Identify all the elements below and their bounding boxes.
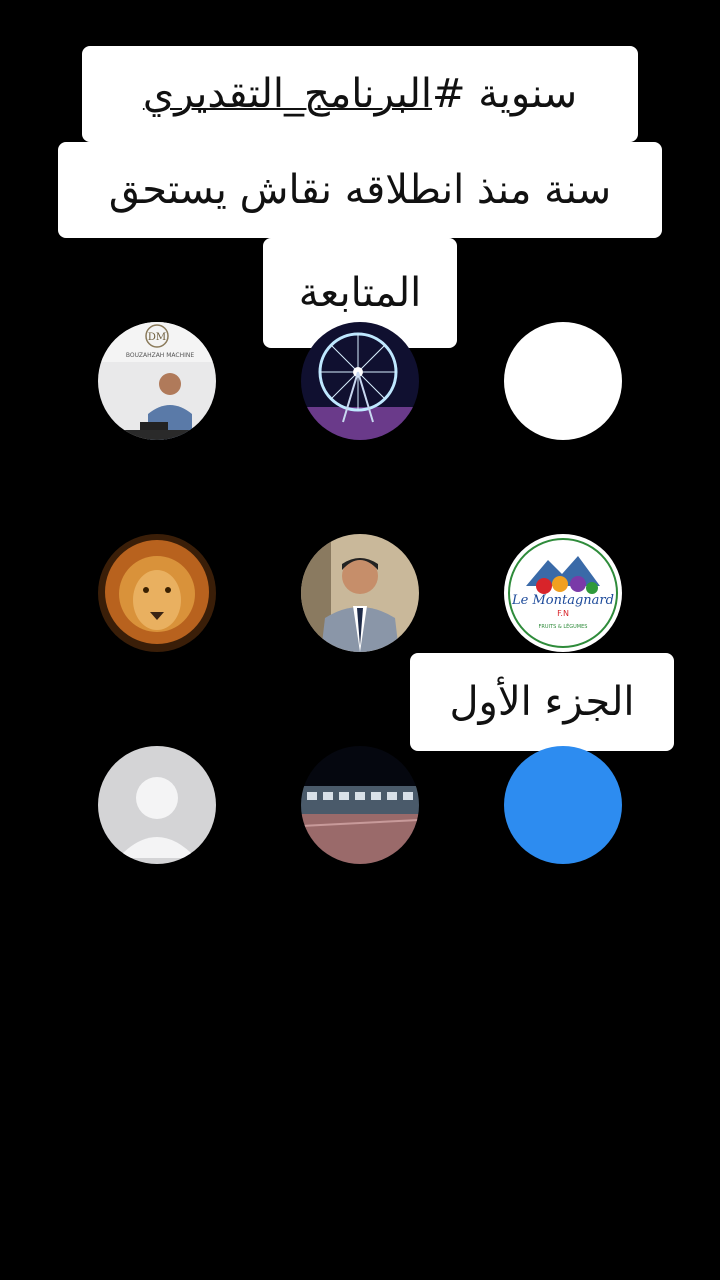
le-montagnard-logo-icon: Le Montagnard F.N FRUITS & LÉGUMES — [505, 535, 621, 651]
part-label-text: الجزء الأول — [449, 679, 635, 725]
participant-avatar-9[interactable] — [504, 746, 622, 864]
part-label: الجزء الأول — [410, 653, 674, 751]
caption-text-2: سنة منذ انطلاقه نقاش يستحق — [108, 167, 612, 213]
logo-sub-text: F.N — [557, 609, 569, 618]
caption-text-3: المتابعة — [298, 270, 422, 316]
logo-brand-text: Le Montagnard — [511, 593, 614, 608]
avatar-man-suit-photo — [301, 534, 419, 652]
participant-avatar-3[interactable] — [504, 322, 622, 440]
hashtag-link[interactable]: البرنامج_التقديري — [143, 74, 432, 114]
participant-avatar-1[interactable]: DM BOUZAHZAH MACHINE — [98, 322, 216, 440]
ferris-wheel-icon — [301, 322, 419, 440]
avatar-brand-text: DM — [148, 332, 166, 343]
caption-line-1: سنوية # البرنامج_التقديري — [82, 46, 638, 142]
avatar-office-photo: DM BOUZAHZAH MACHINE — [98, 322, 216, 440]
participant-avatar-8[interactable] — [301, 746, 419, 864]
participant-avatar-4[interactable] — [98, 534, 216, 652]
caption-line-2: سنة منذ انطلاقه نقاش يستحق — [58, 142, 662, 238]
participant-avatar-7[interactable] — [98, 746, 216, 864]
logo-small-text: FRUITS & LÉGUMES — [539, 622, 588, 630]
participant-avatar-6[interactable]: Le Montagnard F.N FRUITS & LÉGUMES — [504, 534, 622, 652]
default-user-icon — [98, 746, 216, 864]
participant-avatar-2[interactable] — [301, 322, 419, 440]
participant-avatar-5[interactable] — [301, 534, 419, 652]
caption-prefix: سنوية # — [432, 71, 578, 117]
lion-icon — [98, 534, 216, 652]
night-building-icon — [301, 746, 419, 864]
avatar-brand-subtext: BOUZAHZAH MACHINE — [126, 352, 195, 359]
